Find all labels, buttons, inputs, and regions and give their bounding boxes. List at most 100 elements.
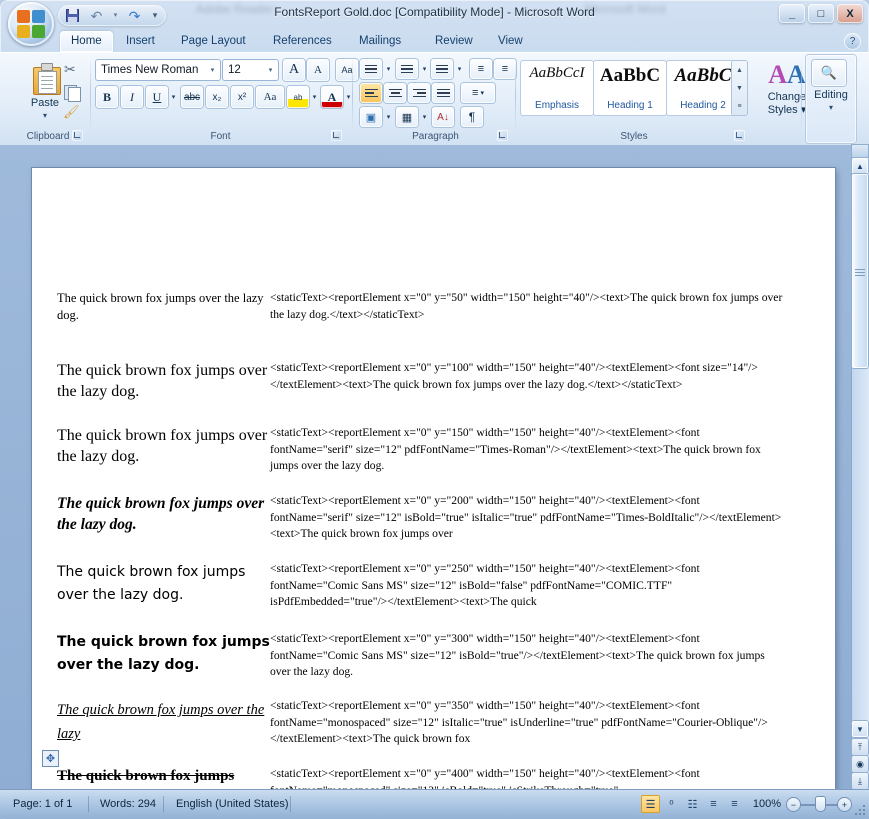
bold-button[interactable]: B	[96, 86, 118, 108]
align-left-button[interactable]	[360, 83, 382, 103]
subscript-button[interactable]: x₂	[206, 86, 228, 108]
change-styles-button[interactable]: AA	[764, 61, 810, 88]
redo-button[interactable]: ↷	[125, 7, 144, 24]
page-status[interactable]: Page: 1 of 1	[6, 795, 79, 813]
vertical-scrollbar[interactable]: ▲ ▼ ⤒ ◉ ⤓	[851, 145, 869, 790]
clear-formatting-button[interactable]: Aa	[336, 59, 358, 81]
style-emphasis[interactable]: AaBbCcI Emphasis	[521, 61, 593, 115]
line-spacing-button[interactable]: ≡ ▾	[461, 83, 495, 103]
font-color-button[interactable]: A	[321, 86, 343, 108]
superscript-button[interactable]: x²	[231, 86, 253, 108]
table-move-handle[interactable]: ✥	[43, 751, 58, 766]
style-preview: AaBbCcI	[529, 65, 585, 81]
multilevel-list-button[interactable]	[431, 59, 453, 79]
highlight-dropdown[interactable]: ▾	[309, 86, 320, 108]
styles-scroll-up-icon[interactable]: ▲	[732, 61, 747, 79]
tab-mailings[interactable]: Mailings	[348, 31, 412, 52]
clipboard-dialog-launcher[interactable]	[72, 130, 83, 141]
increase-indent-button[interactable]: ≡	[494, 59, 516, 79]
split-window-handle[interactable]	[852, 145, 868, 157]
scrollbar-thumb[interactable]	[852, 174, 868, 368]
undo-button[interactable]: ↶	[87, 7, 106, 24]
web-layout-view-button[interactable]: ☷	[683, 795, 702, 813]
show-formatting-marks-button[interactable]: ¶	[461, 107, 483, 127]
align-right-button[interactable]	[408, 83, 430, 103]
tab-view[interactable]: View	[487, 31, 534, 52]
bullets-button[interactable]	[360, 59, 382, 79]
draft-view-button[interactable]: ≡	[725, 795, 744, 813]
undo-dropdown[interactable]: ▾	[111, 7, 120, 24]
decrease-indent-button[interactable]: ≡	[470, 59, 492, 79]
format-painter-icon[interactable]: 🖌	[63, 104, 83, 122]
next-page-button[interactable]: ⤓	[852, 773, 868, 789]
maximize-button[interactable]: □	[808, 4, 834, 23]
italic-button[interactable]: I	[121, 86, 143, 108]
zoom-in-button[interactable]: +	[838, 798, 851, 811]
document-page[interactable]: The quick brown fox jumps over the lazy …	[32, 168, 835, 790]
styles-scroll-down-icon[interactable]: ▼	[732, 79, 747, 97]
align-center-button[interactable]	[384, 83, 406, 103]
help-icon[interactable]: ?	[844, 33, 861, 50]
strikethrough-button[interactable]: abc	[181, 86, 203, 108]
align-center-icon	[388, 87, 402, 100]
outline-view-button[interactable]: ≡	[704, 795, 723, 813]
full-screen-reading-view-button[interactable]: ᵒ	[662, 795, 681, 813]
styles-more-icon[interactable]: ≡	[732, 97, 747, 115]
shading-button[interactable]: ▣	[360, 107, 382, 127]
tab-home[interactable]: Home	[60, 31, 113, 52]
underline-button[interactable]: U	[146, 86, 168, 108]
tab-page-layout[interactable]: Page Layout	[170, 31, 257, 52]
xml-snippet: <staticText><reportElement x="0" y="150"…	[270, 426, 761, 473]
style-heading-2[interactable]: AaBbC Heading 2	[667, 61, 739, 115]
tab-insert[interactable]: Insert	[115, 31, 166, 52]
zoom-out-button[interactable]: −	[787, 798, 800, 811]
minimize-button[interactable]: _	[779, 4, 805, 23]
shading-dropdown[interactable]: ▾	[383, 107, 394, 127]
copy-icon[interactable]	[64, 83, 82, 102]
style-name: Heading 1	[607, 100, 653, 111]
language-status[interactable]: English (United States)	[169, 795, 296, 813]
numbering-dropdown[interactable]: ▾	[419, 59, 430, 79]
select-browse-object-button[interactable]: ◉	[852, 756, 868, 772]
font-dialog-launcher[interactable]	[331, 130, 342, 141]
font-size-combo[interactable]: 12 ▾	[223, 60, 278, 80]
tab-review[interactable]: Review	[424, 31, 484, 52]
scroll-up-button[interactable]: ▲	[852, 158, 868, 174]
print-layout-view-button[interactable]: ☰	[641, 795, 660, 813]
word-count[interactable]: Words: 294	[93, 795, 163, 813]
styles-gallery-scroll[interactable]: ▲ ▼ ≡	[732, 61, 747, 115]
cut-icon[interactable]: ✂	[64, 61, 82, 79]
save-button[interactable]	[63, 7, 82, 24]
chevron-down-icon[interactable]: ▾	[200, 60, 220, 80]
zoom-slider-thumb[interactable]	[816, 797, 825, 811]
paragraph-dialog-launcher[interactable]	[497, 130, 508, 141]
styles-dialog-launcher[interactable]	[734, 130, 745, 141]
tab-references[interactable]: References	[262, 31, 343, 52]
borders-dropdown[interactable]: ▾	[419, 107, 430, 127]
bullets-dropdown[interactable]: ▾	[383, 59, 394, 79]
style-heading-1[interactable]: AaBbC Heading 1	[594, 61, 666, 115]
justify-button[interactable]	[432, 83, 454, 103]
ribbon-group-paragraph: ▾ ▾ ▾ ≡ ≡ ≡ ▾ ▣ ▾ ▦ ▾ A↓ ¶ Paragraph	[358, 55, 516, 143]
zoom-level[interactable]: 100%	[753, 795, 781, 813]
borders-button[interactable]: ▦	[396, 107, 418, 127]
shrink-font-button[interactable]: A	[307, 59, 329, 81]
numbering-button[interactable]	[396, 59, 418, 79]
change-case-button[interactable]: Aa	[256, 86, 284, 108]
scroll-down-button[interactable]: ▼	[852, 721, 868, 737]
customize-qat-button[interactable]: ▾	[149, 7, 161, 24]
sort-button[interactable]: A↓	[432, 107, 454, 127]
previous-page-button[interactable]: ⤒	[852, 739, 868, 755]
document-content[interactable]: The quick brown fox jumps over the lazy …	[32, 168, 835, 790]
editing-button[interactable]: 🔍	[812, 60, 846, 86]
font-name-combo[interactable]: Times New Roman ▾	[96, 60, 220, 80]
highlight-button[interactable]: ab	[287, 86, 309, 108]
underline-dropdown[interactable]: ▾	[168, 86, 179, 108]
grow-font-button[interactable]: A	[283, 59, 305, 81]
zoom-slider[interactable]: − +	[787, 796, 851, 812]
resize-grip[interactable]	[855, 805, 866, 816]
justify-icon	[436, 87, 450, 100]
close-button[interactable]: X	[837, 4, 863, 23]
multilevel-dropdown[interactable]: ▾	[454, 59, 465, 79]
chevron-down-icon[interactable]: ▾	[258, 60, 278, 80]
